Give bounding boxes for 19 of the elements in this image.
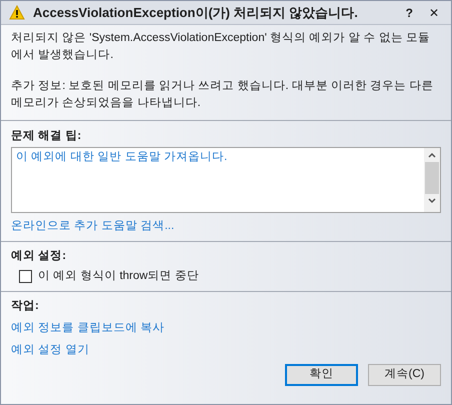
help-button[interactable]: ? [402,4,417,22]
search-online-link[interactable]: 온라인으로 추가 도움말 검색... [11,218,174,236]
section-heading: 작업: [11,298,40,314]
section-heading: 예외 설정: [11,249,68,264]
dialog-button[interactable]: 확인 [285,364,358,386]
message-text: 추가 정보: 보호된 메모리를 읽거나 쓰려고 했습니다. 대부분 이러한 경우는 다른 메모리가 손상되었음을 나타냅니다. [11,79,434,111]
window-title: AccessViolationException이(가) 처리되지 않았습니다. [33,4,359,22]
warning-icon [9,5,25,20]
section-heading: 문제 해결 팁: [11,129,82,144]
close-button[interactable]: ✕ [425,4,443,22]
scrollbar[interactable] [424,148,440,212]
scroll-thumb[interactable] [425,162,439,194]
tip-link[interactable]: 이 예외에 대한 일반 도움말 가져옵니다. [16,149,420,166]
action-link[interactable]: 예외 정보를 클립보드에 복사 [11,320,165,336]
message-text: 처리되지 않은 'System.AccessViolationException' 형식의 예외가 알 수 없는 모듈에서 발생했습니다. [11,31,431,63]
checkbox-label: 이 예외 형식이 throw되면 중단 [38,269,199,284]
checkbox[interactable] [19,270,32,284]
dialog-button[interactable]: 계속(C) [368,364,441,386]
action-link[interactable]: 예외 설정 열기 [11,342,90,358]
